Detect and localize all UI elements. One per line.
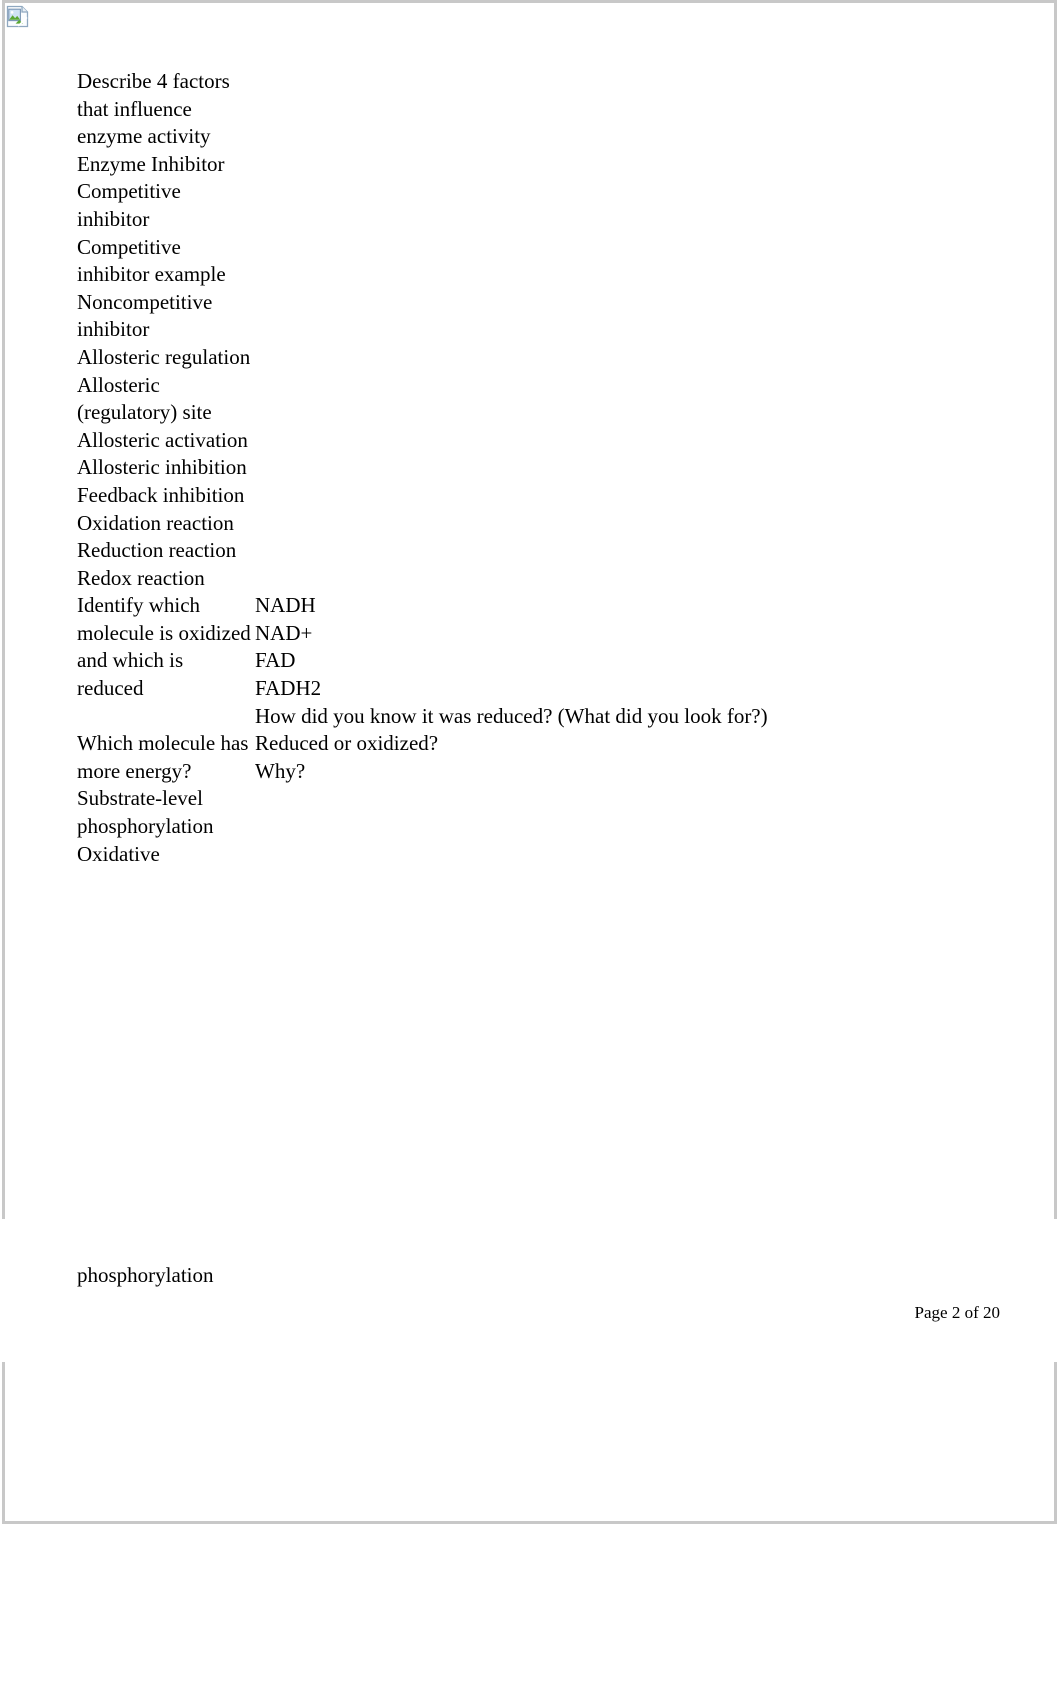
table-row: Which molecule has more energy? Reduced … (77, 730, 975, 785)
term-cell: Allosteric inhibition (77, 455, 247, 480)
answer-cell (255, 785, 975, 840)
term-cell: Substrate-level phosphorylation (77, 786, 214, 839)
answer-cell (255, 68, 975, 151)
answer-cell (255, 372, 975, 427)
term-cell: Enzyme Inhibitor (77, 151, 225, 176)
answer-cell: Reduced or oxidized? Why? (255, 731, 439, 783)
table-row: Allosteric inhibition (77, 454, 975, 482)
term-cell: Allosteric activation (77, 427, 248, 452)
broken-image-icon (6, 5, 30, 29)
answer-cell (255, 234, 975, 289)
term-cell: Noncompetitive inhibitor (77, 289, 213, 342)
continuation-text: phosphorylation (77, 1263, 214, 1287)
study-terms-table: Describe 4 factors that influence enzyme… (77, 68, 975, 868)
table-row: Allosteric activation (77, 427, 975, 455)
answer-cell (255, 482, 975, 510)
answer-cell (255, 178, 975, 233)
term-cell: Feedback inhibition (77, 482, 245, 507)
table-row: Competitive inhibitor example (77, 234, 975, 289)
table-row: Allosteric (regulatory) site (77, 372, 975, 427)
answer-cell (255, 344, 975, 372)
table-row: Identify which molecule is oxidized and … (77, 592, 975, 730)
term-cell: Identify which molecule is oxidized and … (77, 593, 251, 701)
page-sheet-2 (2, 1362, 1057, 1524)
answer-cell (255, 289, 975, 344)
table-row: Describe 4 factors that influence enzyme… (77, 68, 975, 151)
term-cell: Allosteric regulation (77, 344, 251, 369)
answer-cell (255, 841, 975, 869)
table-row: Redox reaction (77, 565, 975, 593)
table-row: Oxidation reaction (77, 510, 975, 538)
table-row: Noncompetitive inhibitor (77, 289, 975, 344)
answer-cell (255, 427, 975, 455)
table-row: Competitive inhibitor (77, 178, 975, 233)
term-cell: Reduction reaction (77, 538, 237, 563)
term-cell: Allosteric (regulatory) site (77, 372, 212, 425)
term-cell: Competitive inhibitor (77, 179, 181, 231)
answer-cell (255, 510, 975, 538)
table-row: Substrate-level phosphorylation (77, 785, 975, 840)
answer-cell: NADH NAD+ FAD FADH2 How did you know it … (255, 593, 768, 728)
term-cell: Describe 4 factors that influence enzyme… (77, 69, 230, 149)
table-body: Describe 4 factors that influence enzyme… (77, 68, 975, 868)
term-cell: Which molecule has more energy? (77, 731, 249, 783)
answer-cell (255, 565, 975, 593)
answer-cell (255, 537, 975, 565)
table-row: Oxidative (77, 841, 975, 869)
table-row: Feedback inhibition (77, 482, 975, 510)
table-row: Reduction reaction (77, 537, 975, 565)
term-cell: Competitive inhibitor example (77, 234, 226, 287)
page-footer: Page 2 of 20 (914, 1303, 1000, 1322)
table-row: Allosteric regulation (77, 344, 975, 372)
table-row: Enzyme Inhibitor (77, 151, 975, 179)
term-cell: Oxidation reaction (77, 510, 234, 535)
term-cell: Redox reaction (77, 565, 205, 590)
answer-cell (255, 151, 975, 179)
term-cell: Oxidative (77, 841, 160, 866)
answer-cell (255, 454, 975, 482)
